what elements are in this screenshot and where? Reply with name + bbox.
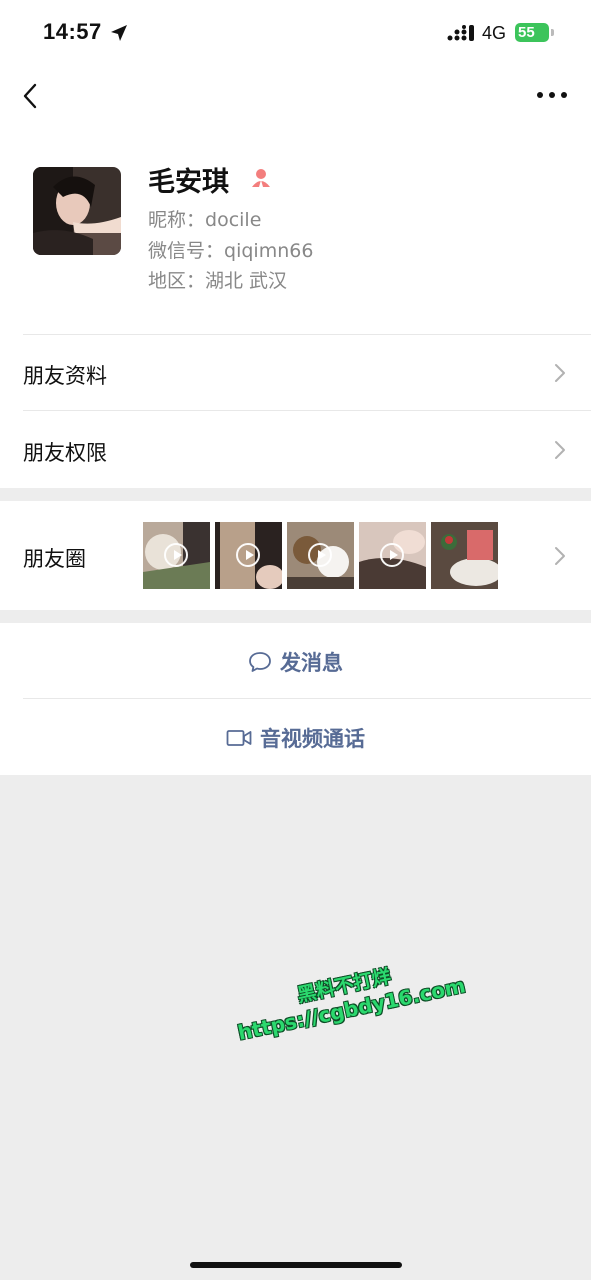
- nickname-value: docile: [205, 209, 262, 231]
- play-icon: [236, 543, 260, 567]
- wechat-id-value: qiqimn66: [224, 240, 314, 262]
- send-message-button[interactable]: 发消息: [0, 623, 591, 699]
- wechat-id-label: 微信号：: [148, 240, 225, 262]
- status-bar: 14:57 4G 55: [0, 0, 591, 66]
- video-camera-icon: [226, 730, 252, 746]
- region-value: 湖北 武汉: [205, 270, 288, 292]
- nickname-line: 昵称：docile: [148, 205, 261, 232]
- play-icon: [164, 543, 188, 567]
- watermark: 黑料不打烊 https://cgbdy16.com: [230, 947, 468, 1044]
- chat-bubble-icon: [249, 652, 271, 672]
- nickname-label: 昵称：: [148, 209, 206, 231]
- row-moments-label: 朋友圈: [23, 547, 86, 571]
- chevron-right-icon: [555, 547, 565, 565]
- battery-level: 55: [518, 24, 535, 41]
- wechat-id-line: 微信号：qiqimn66: [148, 236, 313, 263]
- chevron-left-icon[interactable]: [18, 80, 46, 112]
- battery-cap: [551, 29, 554, 36]
- nav-bar: [0, 66, 591, 130]
- more-dots-icon[interactable]: [535, 88, 569, 102]
- chevron-right-icon: [555, 364, 565, 382]
- home-indicator[interactable]: [190, 1262, 402, 1268]
- profile-card: 毛安琪 昵称：docile 微信号：qiqimn66 地区：湖北 武汉: [0, 130, 591, 335]
- moment-thumbnail[interactable]: [359, 522, 426, 589]
- row-friend-permissions[interactable]: 朋友权限: [0, 411, 591, 488]
- moment-thumbnail[interactable]: [287, 522, 354, 589]
- status-time: 14:57: [43, 19, 102, 44]
- row-moments[interactable]: 朋友圈: [0, 501, 591, 610]
- play-icon: [380, 543, 404, 567]
- voice-video-call-label: 音视频通话: [260, 727, 365, 751]
- voice-video-call-button[interactable]: 音视频通话: [0, 699, 591, 775]
- female-gender-icon: [252, 169, 270, 187]
- region-label: 地区：: [148, 270, 206, 292]
- network-type: 4G: [482, 23, 507, 43]
- row-friend-info[interactable]: 朋友资料: [0, 335, 591, 411]
- avatar[interactable]: [33, 167, 121, 255]
- battery-icon: 55: [515, 23, 549, 42]
- chevron-right-icon: [555, 441, 565, 459]
- play-icon: [308, 543, 332, 567]
- moment-thumbnail[interactable]: [431, 522, 498, 589]
- signal-icon: [447, 25, 474, 41]
- row-friend-permissions-label: 朋友权限: [23, 441, 107, 465]
- moment-thumbnail[interactable]: [215, 522, 282, 589]
- send-message-label: 发消息: [280, 651, 343, 675]
- region-line: 地区：湖北 武汉: [148, 266, 287, 293]
- location-arrow-icon: [111, 25, 127, 41]
- moment-thumbnail[interactable]: [143, 522, 210, 589]
- profile-name: 毛安琪: [148, 167, 229, 198]
- row-friend-info-label: 朋友资料: [23, 364, 107, 388]
